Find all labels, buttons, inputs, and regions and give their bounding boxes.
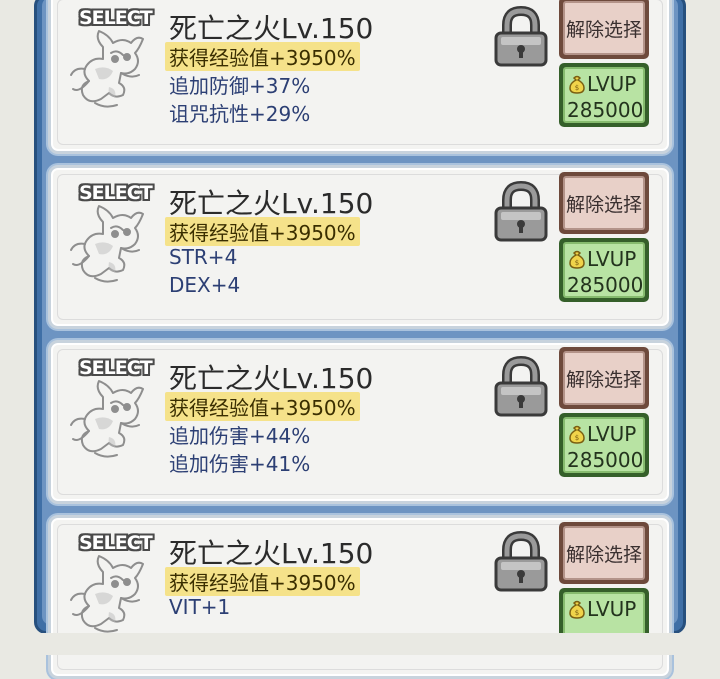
release-selection-button[interactable]: 解除选择 (559, 347, 649, 409)
stat-exp-bonus: 获得经验值+3950% (165, 392, 360, 421)
svg-text:$: $ (575, 434, 579, 442)
svg-text:$: $ (575, 609, 579, 617)
lvup-cost: 285000 (567, 273, 644, 297)
release-selection-label: 解除选择 (563, 351, 645, 405)
item-card-3[interactable]: SELECT 死亡之火Lv.150 获得经验值+3950% 追加伤害+44% 追… (48, 340, 672, 504)
stat-line-2: 追加伤害+44% (169, 424, 311, 448)
item-title: 死亡之火Lv.150 (169, 537, 374, 570)
lvup-button-face: $ LVUP 285000 (563, 67, 645, 123)
lvup-label: LVUP (587, 247, 637, 271)
item-card-1[interactable]: SELECT 死亡之火Lv.150 获得经验值+3950% 追加防御+37% 诅… (48, 0, 672, 154)
select-label: SELECT (79, 7, 153, 29)
release-selection-label: 解除选择 (563, 526, 645, 580)
svg-text:$: $ (575, 259, 579, 267)
lock-icon[interactable] (493, 355, 549, 417)
lvup-button-face: $ LVUP 285000 (563, 242, 645, 298)
lock-icon[interactable] (493, 180, 549, 242)
select-label: SELECT (79, 182, 153, 204)
lvup-cost: 285000 (567, 448, 644, 472)
lvup-cost: 285000 (567, 98, 644, 122)
svg-text:$: $ (575, 84, 579, 92)
money-bag-icon: $ (569, 250, 585, 269)
stat-line-3: 诅咒抗性+29% (169, 102, 311, 126)
lvup-row: $ LVUP (567, 72, 636, 96)
lvup-button[interactable]: $ LVUP 285000 (559, 413, 649, 477)
stat-line-3: DEX+4 (169, 273, 241, 297)
release-selection-button[interactable]: 解除选择 (559, 0, 649, 59)
lvup-button-face: $ LVUP 285000 (563, 417, 645, 473)
lvup-label: LVUP (587, 72, 637, 96)
money-bag-icon: $ (569, 75, 585, 94)
release-selection-button[interactable]: 解除选择 (559, 172, 649, 234)
item-title: 死亡之火Lv.150 (169, 187, 374, 220)
item-title: 死亡之火Lv.150 (169, 12, 374, 45)
lvup-button[interactable]: $ LVUP 285000 (559, 63, 649, 127)
lvup-row: $ LVUP (567, 422, 636, 446)
stat-line-3: 追加伤害+41% (169, 452, 311, 476)
select-label: SELECT (79, 532, 153, 554)
lock-icon[interactable] (493, 530, 549, 592)
stat-line-2: 追加防御+37% (169, 74, 311, 98)
stat-exp-bonus: 获得经验值+3950% (165, 567, 360, 596)
item-card-2[interactable]: SELECT 死亡之火Lv.150 获得经验值+3950% STR+4 DEX+… (48, 165, 672, 329)
lvup-row: $ LVUP (567, 247, 636, 271)
stat-line-2: STR+4 (169, 245, 238, 269)
lock-icon[interactable] (493, 5, 549, 67)
money-bag-icon: $ (569, 600, 585, 619)
money-bag-icon: $ (569, 425, 585, 444)
lvup-label: LVUP (587, 422, 637, 446)
lvup-row: $ LVUP (567, 597, 636, 621)
stat-exp-bonus: 获得经验值+3950% (165, 217, 360, 246)
lvup-button[interactable]: $ LVUP 285000 (559, 238, 649, 302)
bottom-strip (0, 633, 720, 655)
lvup-label: LVUP (587, 597, 637, 621)
release-selection-label: 解除选择 (563, 1, 645, 55)
release-selection-label: 解除选择 (563, 176, 645, 230)
release-selection-button[interactable]: 解除选择 (559, 522, 649, 584)
select-label: SELECT (79, 357, 153, 379)
stat-exp-bonus: 获得经验值+3950% (165, 42, 360, 71)
stat-line-2: VIT+1 (169, 595, 231, 619)
item-title: 死亡之火Lv.150 (169, 362, 374, 395)
